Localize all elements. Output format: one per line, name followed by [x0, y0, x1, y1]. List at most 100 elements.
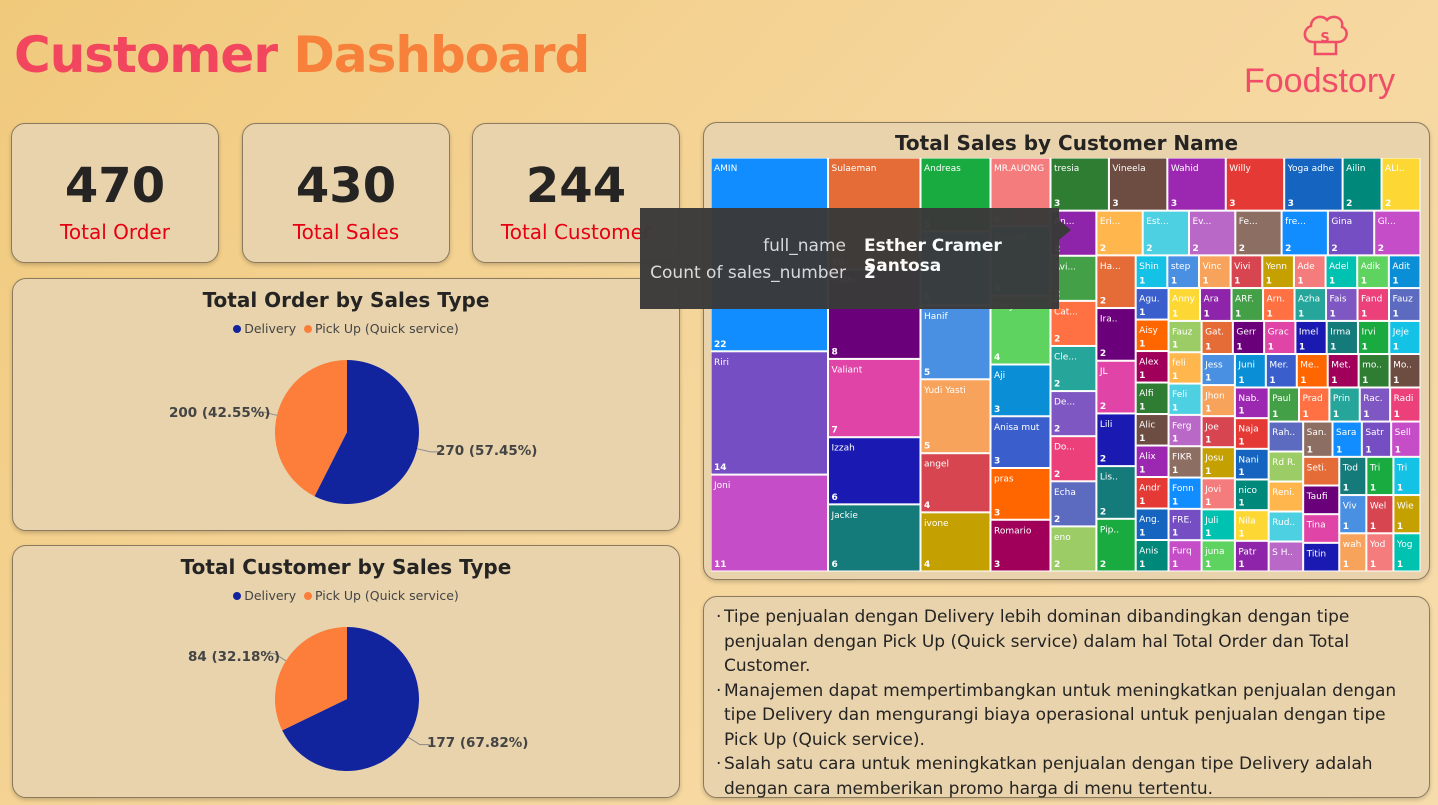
treemap-tile[interactable]: Est... 2	[1142, 210, 1189, 256]
treemap-tile[interactable]: Yoga adhe 3	[1284, 158, 1343, 211]
treemap-tile[interactable]: Ade 1	[1293, 255, 1326, 289]
treemap-tile[interactable]: Valiant 7	[828, 358, 921, 438]
treemap-tile[interactable]: Tod 1	[1339, 456, 1367, 496]
treemap-tile[interactable]: Vinc 1	[1198, 255, 1231, 289]
treemap-tile[interactable]: Imel 1	[1295, 320, 1327, 355]
treemap-tile[interactable]: Pip.. 2	[1096, 518, 1136, 572]
treemap-tile[interactable]: Ha... 2	[1096, 255, 1136, 309]
treemap-tile[interactable]: Echa 2	[1050, 481, 1097, 527]
treemap-tile[interactable]: Hanif 5	[920, 305, 991, 380]
treemap-tile[interactable]: Tina	[1303, 514, 1340, 543]
treemap-tile[interactable]: feli 1	[1168, 352, 1202, 384]
treemap-tile[interactable]: Alix 1	[1135, 445, 1169, 478]
treemap-tile[interactable]: Juli 1	[1201, 509, 1235, 541]
treemap-tile[interactable]: Tri 1	[1366, 456, 1394, 496]
treemap-tile[interactable]: Rud..	[1268, 511, 1304, 542]
treemap-tile[interactable]: Patr 1	[1234, 540, 1269, 572]
treemap-tile[interactable]: Me.. 1	[1296, 354, 1328, 388]
treemap-tile[interactable]: Riri 14	[711, 351, 828, 475]
treemap-tile[interactable]: Titin	[1303, 542, 1340, 572]
treemap-tile[interactable]: Gerr 1	[1232, 320, 1265, 355]
treemap-tile[interactable]: Wie 1	[1393, 495, 1421, 534]
treemap-tile[interactable]: Mo.. 1	[1389, 354, 1421, 388]
treemap-tile[interactable]: Sara 1	[1332, 421, 1362, 457]
treemap-tile[interactable]: Nani 1	[1234, 448, 1269, 480]
treemap-tile[interactable]: Willy 3	[1225, 158, 1285, 211]
treemap-tile[interactable]: ivone 4	[920, 512, 991, 572]
treemap-tile[interactable]: S H..	[1268, 541, 1304, 572]
treemap-tile[interactable]: Rac. 1	[1359, 387, 1391, 422]
pie-chart[interactable]	[13, 546, 679, 797]
treemap-tile[interactable]: Eri... 2	[1096, 210, 1143, 256]
treemap-tile[interactable]: Irvi 1	[1357, 320, 1390, 355]
treemap-tile[interactable]: Tri 1	[1393, 456, 1421, 496]
treemap-tile[interactable]: Grac 1	[1264, 320, 1296, 355]
treemap-tile[interactable]: Yudi Yasti 5	[920, 379, 991, 454]
treemap-tile[interactable]: Viv 1	[1339, 495, 1367, 534]
treemap-tile[interactable]: Prin 1	[1329, 387, 1360, 422]
treemap-tile[interactable]: Taufi	[1303, 485, 1340, 515]
treemap-tile[interactable]: Yod 1	[1366, 533, 1394, 572]
treemap-tile[interactable]: angel 4	[920, 453, 991, 513]
treemap-tile[interactable]: Jovi 1	[1201, 478, 1235, 510]
treemap-tile[interactable]: Jhon 1	[1201, 385, 1235, 417]
treemap-tile[interactable]: Shin 1	[1135, 255, 1168, 289]
treemap-tile[interactable]: Nab. 1	[1234, 387, 1269, 419]
treemap-tile[interactable]: Anny 1	[1168, 288, 1201, 321]
treemap-tile[interactable]: Paul 1	[1268, 387, 1300, 422]
pie-chart[interactable]	[13, 279, 679, 530]
treemap-tile[interactable]: pras 3	[990, 468, 1051, 520]
treemap-tile[interactable]: Alex 1	[1135, 351, 1169, 383]
treemap-tile[interactable]: Yenn 1	[1262, 255, 1294, 289]
treemap-tile[interactable]: Do... 2	[1050, 436, 1097, 482]
treemap-tile[interactable]: Irma 1	[1326, 320, 1358, 355]
treemap-tile[interactable]: Furq 1	[1168, 540, 1202, 572]
treemap-tile[interactable]: Aji 3	[990, 364, 1051, 417]
treemap-tile[interactable]: tresia3	[1050, 158, 1109, 211]
treemap-tile[interactable]: Ferg 1	[1168, 414, 1202, 447]
treemap-tile[interactable]: Adit 1	[1388, 255, 1421, 289]
treemap-tile[interactable]: Gl... 2	[1374, 210, 1421, 256]
treemap-tile[interactable]: De... 2	[1050, 391, 1097, 437]
treemap-tile[interactable]: mo.. 1	[1358, 354, 1390, 388]
treemap-tile[interactable]: Gina 2	[1327, 210, 1375, 256]
treemap-tile[interactable]: Azha 1	[1294, 288, 1327, 321]
treemap-tile[interactable]: Naja 1	[1234, 418, 1269, 449]
treemap-tile[interactable]: step 1	[1167, 255, 1199, 289]
treemap-tile[interactable]: Adik 1	[1357, 255, 1389, 289]
treemap-tile[interactable]: Josu 1	[1201, 447, 1235, 479]
treemap-tile[interactable]: Romario 3	[990, 519, 1051, 572]
treemap-tile[interactable]: Vivi 1	[1230, 255, 1263, 289]
treemap-tile[interactable]: Ev... 2	[1188, 210, 1236, 256]
treemap-tile[interactable]: Jackie 6	[828, 504, 921, 572]
treemap-tile[interactable]: wah 1	[1339, 533, 1367, 572]
treemap-tile[interactable]: Anis 1	[1135, 540, 1169, 572]
treemap-tile[interactable]: Lis.. 2	[1096, 466, 1136, 519]
treemap-tile[interactable]: Ira.. 2	[1096, 308, 1136, 361]
treemap-tile[interactable]: Met. 1	[1327, 354, 1359, 388]
treemap-tile[interactable]: Agu. 1	[1135, 288, 1169, 320]
treemap-tile[interactable]: juna 1	[1201, 540, 1235, 572]
treemap-tile[interactable]: Aisy 1	[1135, 319, 1169, 352]
treemap-tile[interactable]: Fonn 1	[1168, 477, 1202, 509]
treemap-tile[interactable]: Ara 1	[1200, 288, 1232, 321]
treemap-tile[interactable]: Nila 1	[1234, 510, 1269, 541]
treemap-tile[interactable]: Joni 11	[711, 474, 828, 572]
treemap-tile[interactable]: Juni 1	[1234, 354, 1266, 388]
treemap-tile[interactable]: Ang. 1	[1135, 508, 1169, 541]
treemap-tile[interactable]: Vineela 3	[1108, 158, 1168, 211]
treemap-tile[interactable]: Rah..	[1268, 421, 1304, 452]
treemap-tile[interactable]: Seti.	[1303, 456, 1340, 486]
treemap-tile[interactable]: Ailin 2	[1342, 158, 1382, 211]
treemap-tile[interactable]: FRE. 1	[1168, 508, 1202, 541]
treemap-tile[interactable]: eno 2	[1050, 526, 1097, 572]
treemap-tile[interactable]: Cle... 2	[1050, 345, 1097, 392]
treemap-tile[interactable]: Alic 1	[1135, 414, 1169, 446]
treemap-tile[interactable]: Anisa mut 3	[990, 416, 1051, 468]
treemap-tile[interactable]: Adel 1	[1325, 255, 1358, 289]
treemap-tile[interactable]: Fauz 1	[1389, 288, 1421, 321]
treemap-tile[interactable]: Andr 1	[1135, 477, 1169, 509]
treemap-tile[interactable]: Rd R.	[1268, 451, 1304, 482]
treemap-tile[interactable]: Joe 1	[1201, 416, 1235, 448]
treemap-tile[interactable]: Mer. 1	[1265, 354, 1297, 388]
